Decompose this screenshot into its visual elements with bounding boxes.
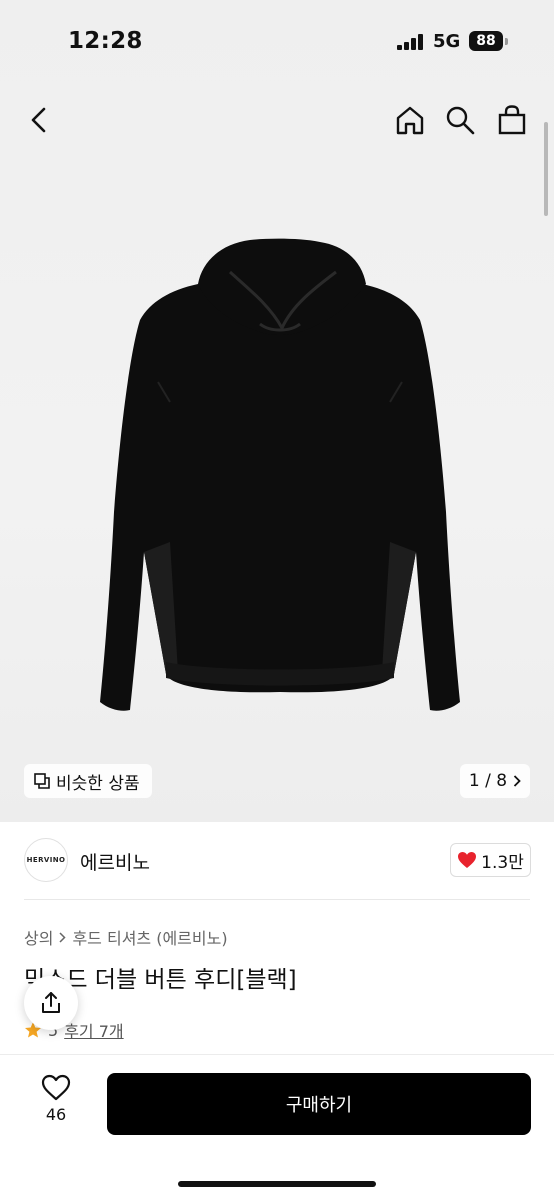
home-indicator[interactable] [178,1181,376,1187]
search-icon [446,106,475,135]
home-icon [396,106,424,135]
buy-button[interactable]: 구매하기 [107,1073,531,1135]
image-page-indicator[interactable]: 1 / 8 [460,764,530,798]
similar-products-button[interactable]: 비슷한 상품 [24,764,152,798]
brand-logo[interactable]: HERVINO [24,838,68,882]
wishlist-count: 46 [45,1105,67,1124]
battery-nub [505,38,508,45]
chevron-left-icon [31,107,46,133]
heart-outline-icon [41,1074,71,1101]
back-button[interactable] [20,100,60,140]
status-bar: 12:28 5G 88 [0,0,554,80]
buy-button-label: 구매하기 [285,1095,353,1116]
chevron-right-icon [59,931,67,943]
brand-like-count: 1.3만 [481,852,524,873]
shopping-bag-icon [498,105,526,135]
divider [24,899,530,900]
wishlist-button[interactable]: 46 [28,1074,84,1134]
product-image-gallery[interactable]: 12:28 5G 88 비슷한 상품 1 / 8 [0,0,554,822]
breadcrumb: 상의 후드 티셔츠 (에르비노) [24,925,228,949]
cart-button[interactable] [492,100,532,140]
chevron-right-icon [513,775,521,787]
battery-icon: 88 [469,31,503,51]
brand-logo-text: HERVINO [26,856,66,864]
share-button[interactable] [24,976,78,1030]
copy-icon [34,773,50,789]
similar-products-label: 비슷한 상품 [56,773,140,794]
status-time: 12:28 [68,28,143,54]
signal-icon [397,34,423,50]
breadcrumb-level2[interactable]: 후드 티셔츠 (에르비노) [72,925,227,949]
page-indicator-label: 1 / 8 [468,771,508,791]
scrollbar[interactable] [544,122,548,216]
network-label: 5G [433,31,461,52]
search-button[interactable] [440,100,480,140]
share-icon [42,992,60,1013]
product-image[interactable] [100,232,460,752]
home-button[interactable] [390,100,430,140]
heart-filled-icon [458,852,477,868]
brand-like-button[interactable]: 1.3만 [450,843,531,877]
brand-name[interactable]: 에르비노 [80,848,150,875]
review-link[interactable]: 후기 7개 [64,1018,123,1042]
breadcrumb-level1[interactable]: 상의 [24,925,53,949]
